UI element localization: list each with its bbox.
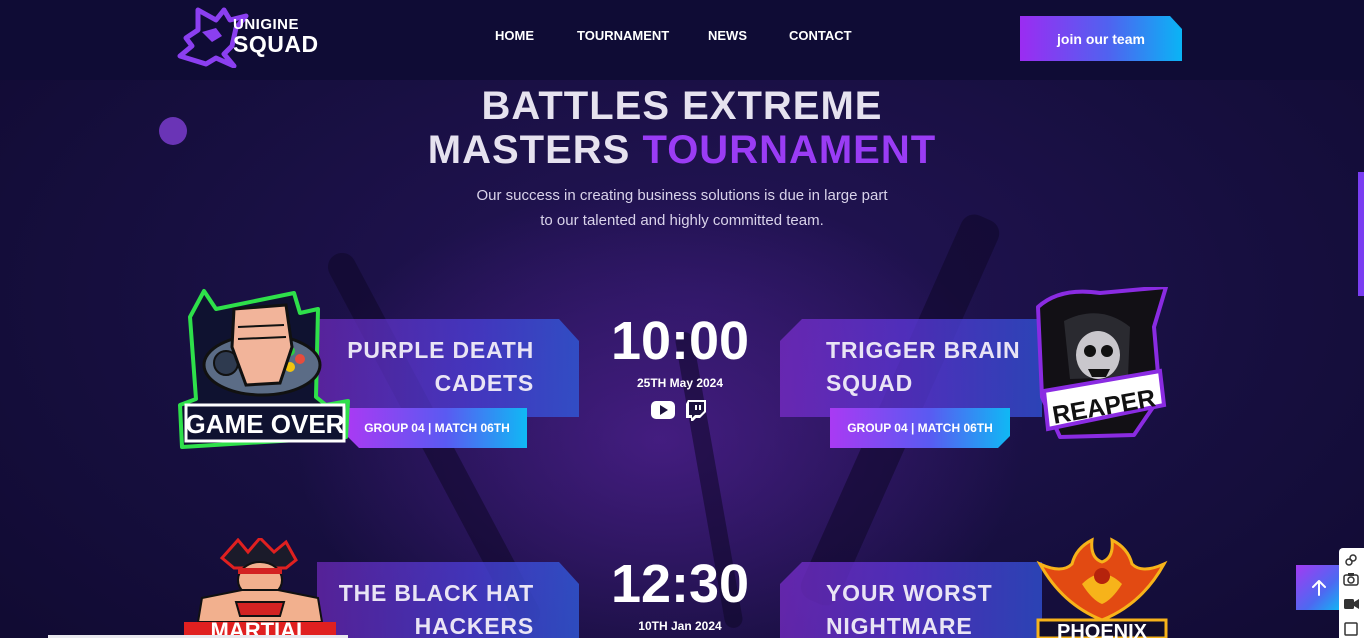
hero-title-plain: MASTERS — [427, 128, 643, 172]
join-our-team-button[interactable]: join our team — [1020, 16, 1182, 61]
video-icon[interactable] — [1343, 598, 1360, 610]
match-date: 10TH Jan 2024 — [638, 619, 722, 633]
floating-tools-panel — [1339, 548, 1364, 638]
arrow-up-icon — [1311, 579, 1326, 596]
brand-name-bottom[interactable]: SQUAD — [233, 31, 319, 58]
window-icon[interactable] — [1344, 622, 1358, 636]
martial-fighter-icon: MARTIAL — [184, 535, 336, 638]
match-date: 25TH May 2024 — [636, 376, 724, 390]
nav-item-home[interactable]: HOME — [495, 28, 534, 43]
hero-subtitle-line2: to our talented and highly committed tea… — [540, 212, 824, 229]
reaper-skull-icon: REAPER — [1036, 285, 1168, 439]
logo-text-phoenix: PHOENIX — [1057, 621, 1148, 638]
camera-icon[interactable] — [1343, 572, 1359, 586]
hero-title-line2: MASTERS TOURNAMENT — [0, 128, 1364, 172]
phoenix-bird-icon: PHOENIX — [1036, 537, 1168, 638]
right-team-name-line1: TRIGGER BRAIN — [826, 337, 1021, 363]
reaper-team-logo: REAPER — [1030, 285, 1170, 447]
match-time: 10:00 — [610, 311, 750, 371]
nav-item-news[interactable]: NEWS — [708, 28, 747, 43]
right-team-name-line2: SQUAD — [826, 370, 914, 396]
hero-subtitle-line1: Our success in creating business solutio… — [476, 187, 888, 204]
nav-item-contact[interactable]: CONTACT — [789, 28, 852, 43]
site-header: UNIGINE SQUAD HOME TOURNAMENT NEWS CONTA… — [0, 0, 1364, 80]
page-scrollbar-thumb[interactable] — [1358, 172, 1364, 296]
right-team-name-line1: YOUR WORST — [826, 580, 993, 606]
game-over-team-logo: GAME OVER — [176, 287, 352, 451]
twitch-icon[interactable] — [686, 400, 706, 421]
hero-title-line1: BATTLES EXTREME — [481, 84, 883, 128]
nav-item-tournament[interactable]: TOURNAMENT — [577, 28, 669, 43]
hero-title-accent: TOURNAMENT — [642, 128, 937, 172]
link-icon[interactable] — [1345, 554, 1357, 566]
gamepad-fist-icon: GAME OVER — [178, 289, 350, 449]
phoenix-team-logo: PHOENIX — [1032, 534, 1172, 638]
match-time: 12:30 — [610, 554, 750, 614]
scroll-to-top-button[interactable] — [1296, 565, 1341, 610]
right-team-name-line2: NIGHTMARE — [826, 613, 973, 638]
logo-text-game-over: GAME OVER — [186, 409, 345, 439]
youtube-icon[interactable] — [651, 401, 675, 419]
martial-team-logo: MARTIAL — [182, 535, 338, 638]
right-group-tag[interactable]: GROUP 04 | MATCH 06TH — [830, 408, 1010, 448]
left-group-tag[interactable]: GROUP 04 | MATCH 06TH — [347, 408, 527, 448]
